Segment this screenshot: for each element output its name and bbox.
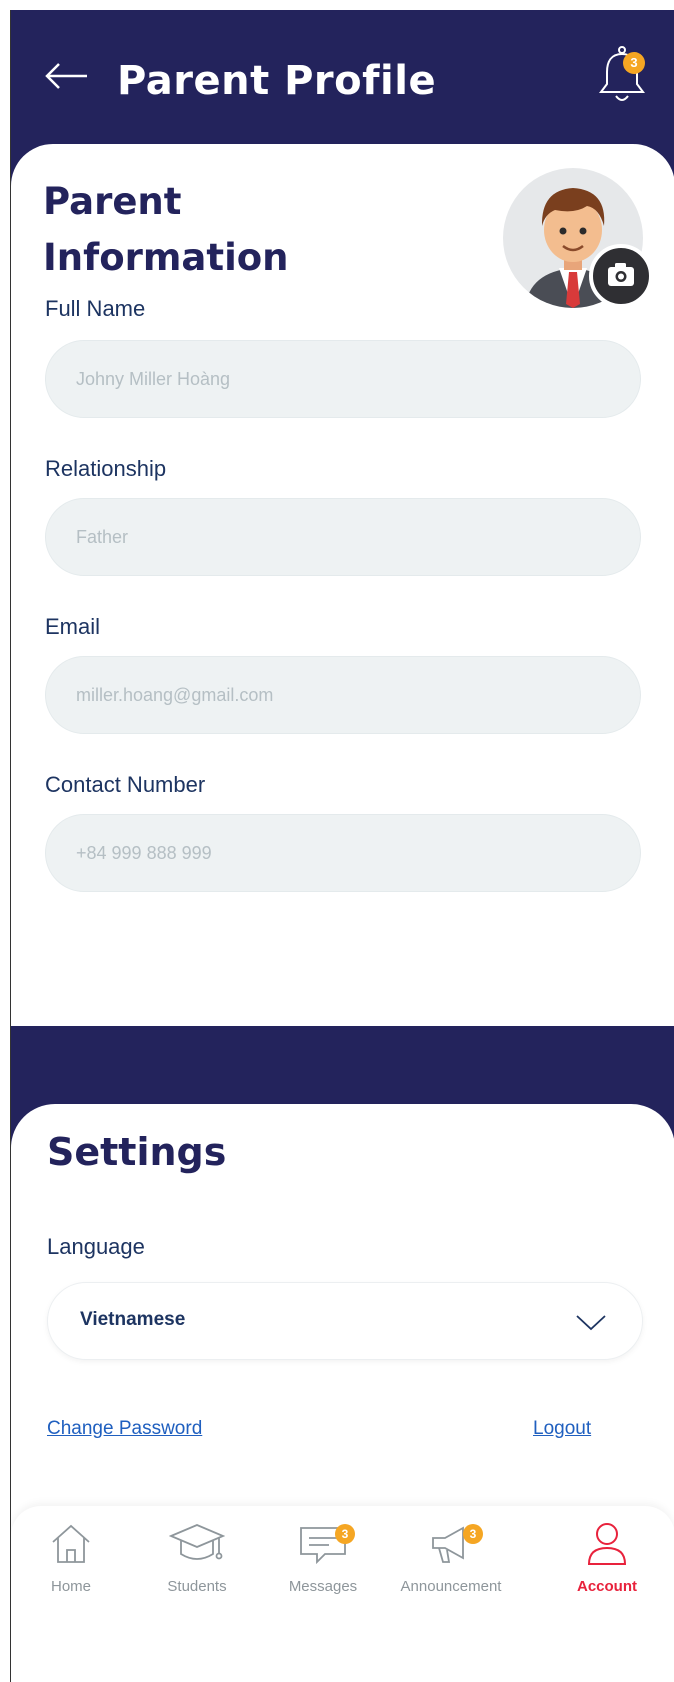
- nav-item-students[interactable]: Students: [137, 1520, 257, 1620]
- email-input[interactable]: miller.hoang@gmail.com: [45, 656, 641, 734]
- language-select[interactable]: Vietnamese: [47, 1282, 643, 1360]
- section-title: Parent Information: [43, 180, 289, 279]
- relationship-input[interactable]: Father: [45, 498, 641, 576]
- bottom-nav: Home Students 3 Messages 3 Announcement …: [11, 1506, 674, 1682]
- nav-item-home[interactable]: Home: [11, 1520, 131, 1620]
- notification-badge: 3: [623, 52, 645, 74]
- graduation-cap-icon: [169, 1524, 225, 1560]
- bell-icon[interactable]: [593, 42, 651, 108]
- nav-label-messages: Messages: [288, 1578, 358, 1595]
- home-icon: [52, 1524, 90, 1563]
- camera-icon: [608, 263, 634, 286]
- contact-number-input[interactable]: +84 999 888 999: [45, 814, 641, 892]
- nav-label-students: Students: [167, 1578, 227, 1595]
- change-password-link[interactable]: Change Password: [47, 1418, 202, 1440]
- page-title: Parent Profile: [117, 58, 437, 104]
- settings-title: Settings: [47, 1130, 227, 1174]
- language-value: Vietnamese: [80, 1309, 186, 1330]
- full-name-input[interactable]: Johny Miller Hoàng: [45, 340, 641, 418]
- nav-item-account[interactable]: Account: [547, 1520, 667, 1620]
- user-icon: [587, 1523, 627, 1565]
- chevron-down-icon: [576, 1315, 606, 1331]
- logout-link[interactable]: Logout: [533, 1418, 591, 1440]
- nav-label-account: Account: [577, 1578, 637, 1595]
- relationship-label: Relationship: [45, 456, 167, 481]
- nav-item-announcement[interactable]: 3 Announcement: [391, 1520, 511, 1620]
- messages-badge: 3: [335, 1524, 355, 1544]
- phone-screen: Parent Profile 3 Parent Information Full…: [10, 10, 674, 1682]
- announcement-badge: 3: [463, 1524, 483, 1544]
- parent-info-card: Parent Information Full Name Johny Mille…: [11, 144, 674, 1034]
- nav-label-announcement: Announcement: [400, 1578, 502, 1595]
- change-photo-button[interactable]: [589, 244, 653, 308]
- language-label: Language: [47, 1234, 145, 1259]
- back-arrow-icon[interactable]: [43, 58, 91, 94]
- nav-item-messages[interactable]: 3 Messages: [263, 1520, 383, 1620]
- contact-number-label: Contact Number: [45, 772, 206, 797]
- full-name-label: Full Name: [45, 296, 146, 321]
- email-label: Email: [45, 614, 101, 639]
- nav-label-home: Home: [50, 1578, 91, 1595]
